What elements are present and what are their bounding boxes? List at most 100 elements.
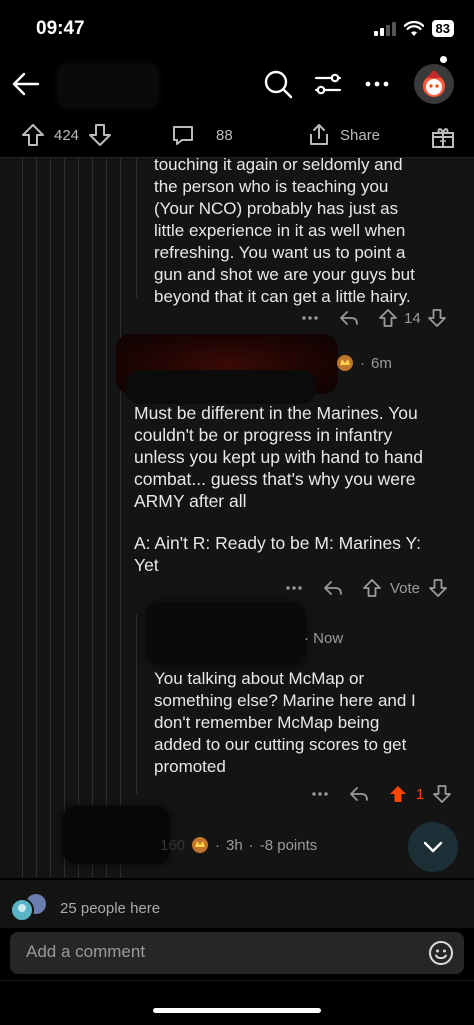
comment-line: gun and shot we are your guys but (154, 265, 415, 284)
redacted-community-name (58, 64, 158, 108)
comment-count: 88 (216, 126, 233, 144)
share-button[interactable]: Share (306, 122, 380, 148)
comment-line: beyond that it can get a little hairy. (154, 287, 411, 306)
more-options-icon[interactable] (284, 578, 304, 598)
more-options-icon[interactable] (310, 784, 330, 804)
post-action-bar: 424 88 Share (0, 112, 474, 158)
comment-line: ARMY after all (134, 491, 247, 511)
signal-icon (373, 21, 396, 36)
separator-dot: · (360, 354, 365, 372)
comment-points: -8 points (259, 836, 318, 854)
comment-line: refreshing. You want us to point a (154, 243, 406, 262)
comment-line: added to our cutting scores to get (154, 735, 407, 754)
post-vote-count: 424 (54, 126, 80, 144)
thread-rail (136, 614, 137, 794)
comment-time: 6m (371, 354, 392, 372)
comment-line: promoted (154, 757, 226, 776)
upvote-active-icon[interactable] (388, 784, 408, 804)
bottom-safe-area (0, 980, 474, 1025)
comment-line: little experience in it as well when (154, 221, 406, 240)
separator-dot: · (304, 630, 314, 647)
comment-action-row: Vote (284, 578, 448, 598)
reply-icon[interactable] (322, 578, 344, 598)
post-vote-group: 424 (20, 122, 113, 148)
reply-icon[interactable] (338, 308, 360, 328)
presence-count: 25 people here (60, 900, 161, 917)
vote-label: Vote (390, 579, 421, 597)
comment-thread: touching it again or seldomly and the pe… (0, 158, 474, 878)
more-options-icon[interactable] (361, 68, 393, 100)
sort-filter-icon[interactable] (312, 68, 344, 100)
comment-action-row: 1 (310, 784, 452, 804)
status-bar: 09:47 83 (0, 0, 474, 60)
upvote-icon[interactable] (20, 122, 46, 148)
status-time: 09:47 (36, 18, 85, 39)
comment-line: combat... guess that's why you were (134, 469, 416, 489)
separator-dot: · (248, 836, 254, 854)
comment-body: touching it again or seldomly and the pe… (154, 158, 415, 308)
comment-meta: 160 · 3h · -8 points (160, 836, 317, 854)
award-badge-icon (337, 355, 353, 371)
comment-line: couldn't be or progress in infantry (134, 425, 393, 445)
comment-body: Must be different in the Marines. You co… (134, 402, 423, 576)
thread-rail (78, 158, 79, 878)
comment-line: Must be different in the Marines. You (134, 403, 418, 423)
separator-dot: · (215, 836, 221, 854)
presence-avatars (10, 894, 46, 922)
back-arrow-icon[interactable] (8, 66, 44, 102)
redacted-avatar (62, 806, 170, 864)
reply-icon[interactable] (348, 784, 370, 804)
chevron-down-icon (423, 841, 443, 853)
downvote-icon[interactable] (432, 784, 452, 804)
comment-vote-count: 1 (416, 785, 425, 803)
notification-dot (440, 56, 447, 63)
wifi-icon (403, 20, 424, 36)
comment-line: (Your NCO) probably has just as (154, 199, 399, 218)
thread-rail (106, 158, 107, 878)
username-fragment: 160 (160, 836, 186, 854)
comment-line: unless you kept up with hand to hand (134, 447, 423, 467)
upvote-icon[interactable] (378, 308, 398, 328)
top-nav (0, 56, 474, 110)
comment-bubble-icon (173, 126, 193, 145)
emoji-icon[interactable] (428, 940, 454, 966)
award-badge-icon (192, 837, 209, 853)
thread-rail (136, 158, 137, 298)
comments-button[interactable]: 88 (170, 122, 233, 148)
thread-rail (22, 158, 23, 878)
thread-rail (92, 158, 93, 878)
battery-indicator: 83 (431, 20, 454, 37)
comment-line: touching it again or seldomly and (154, 158, 403, 174)
comment-meta: · 6m (336, 354, 392, 372)
share-icon (310, 124, 328, 145)
more-options-icon[interactable] (300, 308, 320, 328)
downvote-icon[interactable] (87, 122, 113, 148)
comment-line: Yet (134, 555, 159, 575)
comment-vote-count: 14 (404, 309, 421, 327)
search-icon[interactable] (262, 68, 294, 100)
home-indicator (153, 1008, 321, 1013)
downvote-icon[interactable] (427, 308, 447, 328)
thread-rail (50, 158, 51, 878)
scroll-next-button[interactable] (408, 822, 458, 872)
thread-rail (36, 158, 37, 878)
comment-line: You talking about McMap or (154, 669, 365, 688)
comment-body: You talking about McMap or something els… (154, 668, 416, 778)
comment-time: Now (313, 630, 344, 647)
thread-rail (64, 158, 65, 878)
redacted-username (146, 602, 306, 666)
comment-action-row: 14 (300, 308, 447, 328)
comment-input[interactable] (26, 942, 406, 962)
status-icons: 83 (373, 20, 454, 37)
comment-composer[interactable] (10, 932, 464, 974)
thread-rail (120, 158, 121, 878)
comment-line: A: Ain't R: Ready to be M: Marines Y: (134, 533, 422, 553)
share-label: Share (340, 126, 381, 144)
user-avatar[interactable] (414, 64, 454, 104)
upvote-icon[interactable] (362, 578, 382, 598)
comment-line: something else? Marine here and I (154, 691, 416, 710)
comment-meta: · Now (304, 630, 343, 647)
comment-time: 3h (226, 836, 243, 854)
award-gift-icon[interactable] (430, 124, 456, 150)
downvote-icon[interactable] (428, 578, 448, 598)
